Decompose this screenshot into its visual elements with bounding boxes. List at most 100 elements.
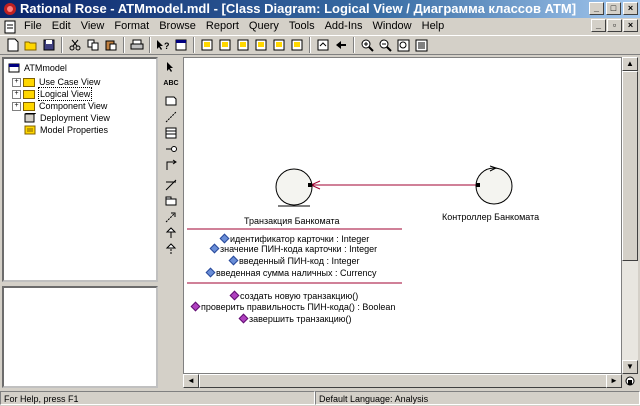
operation-row[interactable]: завершить транзакцию(): [238, 313, 352, 325]
paste-icon[interactable]: [103, 37, 119, 53]
horizontal-scrollbar[interactable]: ◄ ►: [183, 374, 622, 388]
expand-icon[interactable]: +: [12, 101, 21, 111]
entity-class-icon[interactable]: [275, 168, 313, 206]
scroll-up-icon[interactable]: ▲: [622, 57, 638, 71]
mdi-restore-button[interactable]: ▫: [607, 19, 622, 32]
fit-in-window-icon[interactable]: [395, 37, 411, 53]
class-name-transaction[interactable]: Транзакция Банкомата: [244, 216, 340, 227]
menu-file[interactable]: File: [19, 18, 47, 35]
minimize-button[interactable]: _: [589, 2, 604, 15]
open-icon[interactable]: [23, 37, 39, 53]
menu-tools[interactable]: Tools: [284, 18, 320, 35]
close-button[interactable]: ×: [623, 2, 638, 15]
diagram-toolbox: ABC: [161, 57, 181, 388]
generalization-tool-icon[interactable]: [163, 225, 179, 241]
attribute-row[interactable]: значение ПИН-кода карточки : Integer: [209, 243, 377, 255]
zoom-in-icon[interactable]: [359, 37, 375, 53]
tree-item-model-properties[interactable]: Model Properties: [24, 124, 109, 136]
title-bar: Rational Rose - ATMmodel.mdl - [Class Di…: [0, 0, 640, 18]
expand-icon[interactable]: +: [12, 89, 21, 99]
copy-icon[interactable]: [85, 37, 101, 53]
print-icon[interactable]: [129, 37, 145, 53]
maximize-button[interactable]: □: [606, 2, 621, 15]
operation-text: завершить транзакцию(): [249, 314, 352, 324]
tree-label-root: ATMmodel: [24, 63, 67, 73]
class-tool-icon[interactable]: [163, 125, 179, 141]
diagram-icon[interactable]: [253, 37, 269, 53]
horizontal-scroll-thumb[interactable]: [199, 374, 611, 388]
realize-tool-icon[interactable]: [163, 241, 179, 257]
zoom-out-icon[interactable]: [377, 37, 393, 53]
attribute-icon: [209, 243, 220, 254]
attribute-row[interactable]: введенная сумма наличных : Currency: [205, 267, 377, 279]
tree-item-deployment-view[interactable]: Deployment View: [24, 112, 111, 124]
package-tool-icon[interactable]: [163, 193, 179, 209]
toolbar-separator: [193, 37, 195, 53]
interface-tool-icon[interactable]: [163, 141, 179, 157]
toolbar-separator: [123, 37, 125, 53]
context-help-icon[interactable]: ?: [155, 37, 171, 53]
operation-row[interactable]: создать новую транзакцию(): [229, 290, 358, 302]
scroll-left-icon[interactable]: ◄: [183, 374, 199, 388]
mdi-minimize-button[interactable]: _: [591, 19, 606, 32]
menu-report[interactable]: Report: [201, 18, 244, 35]
back-arrow-icon[interactable]: [333, 37, 349, 53]
mdi-controls: _ ▫ ×: [591, 19, 638, 32]
documentation-window[interactable]: [2, 286, 158, 388]
menu-format[interactable]: Format: [109, 18, 154, 35]
tree-root[interactable]: ATMmodel: [8, 62, 68, 74]
diagram-icon[interactable]: [199, 37, 215, 53]
menu-query[interactable]: Query: [244, 18, 284, 35]
vertical-scroll-thumb[interactable]: [622, 71, 638, 261]
tree-item-logical-view[interactable]: + Logical View: [12, 87, 93, 101]
attribute-row[interactable]: введенный ПИН-код : Integer: [228, 255, 360, 267]
menu-window[interactable]: Window: [368, 18, 417, 35]
menu-browse[interactable]: Browse: [154, 18, 201, 35]
cut-icon[interactable]: [67, 37, 83, 53]
tree-item-component-view[interactable]: + Component View: [12, 100, 108, 112]
standard-toolbar: ?: [0, 35, 640, 55]
document-icon[interactable]: [3, 20, 17, 34]
diagram-icon[interactable]: [289, 37, 305, 53]
menu-help[interactable]: Help: [417, 18, 450, 35]
unidirectional-association-icon[interactable]: [163, 177, 179, 193]
menu-addins[interactable]: Add-Ins: [320, 18, 368, 35]
selection-arrow-icon[interactable]: [163, 59, 179, 75]
control-class-icon[interactable]: [475, 167, 513, 205]
connection-handle: [308, 183, 312, 187]
attribute-icon: [228, 255, 239, 266]
vertical-scrollbar[interactable]: ▲ ▼: [622, 57, 638, 374]
diagram-icon[interactable]: [235, 37, 251, 53]
svg-text:?: ?: [164, 41, 170, 51]
browse-parent-icon[interactable]: [315, 37, 331, 53]
operation-row[interactable]: проверить правильность ПИН-кода() : Bool…: [190, 301, 395, 313]
association-tool-icon[interactable]: [163, 157, 179, 173]
diagram-icon[interactable]: [217, 37, 233, 53]
scroll-down-icon[interactable]: ▼: [622, 360, 638, 374]
status-help: For Help, press F1: [0, 391, 315, 405]
expand-icon[interactable]: +: [12, 77, 21, 87]
browser-toggle-icon[interactable]: [173, 37, 189, 53]
text-tool-icon[interactable]: ABC: [163, 75, 179, 91]
class-diagram-canvas[interactable]: Транзакция Банкомата Контроллер Банкомат…: [183, 57, 622, 374]
anchor-note-icon[interactable]: [163, 109, 179, 125]
deployment-icon: [24, 113, 36, 123]
tree-label: Deployment View: [40, 113, 110, 123]
attribute-text: идентификатор карточки : Integer: [230, 234, 370, 244]
mdi-close-button[interactable]: ×: [623, 19, 638, 32]
model-browser[interactable]: ATMmodel + Use Case View + Logical View …: [2, 57, 158, 282]
dependency-tool-icon[interactable]: [163, 209, 179, 225]
diagram-icon[interactable]: [271, 37, 287, 53]
folder-icon: [23, 101, 35, 111]
scroll-right-icon[interactable]: ►: [606, 374, 622, 388]
new-icon[interactable]: [5, 37, 21, 53]
pan-grip-icon[interactable]: [622, 374, 638, 388]
menu-view[interactable]: View: [76, 18, 110, 35]
save-icon[interactable]: [41, 37, 57, 53]
folder-icon: [23, 89, 35, 99]
note-icon[interactable]: [163, 93, 179, 109]
undo-fit-icon[interactable]: [413, 37, 429, 53]
menu-edit[interactable]: Edit: [47, 18, 76, 35]
status-bar: For Help, press F1 Default Language: Ana…: [0, 391, 640, 405]
class-name-controller[interactable]: Контроллер Банкомата: [442, 212, 539, 223]
